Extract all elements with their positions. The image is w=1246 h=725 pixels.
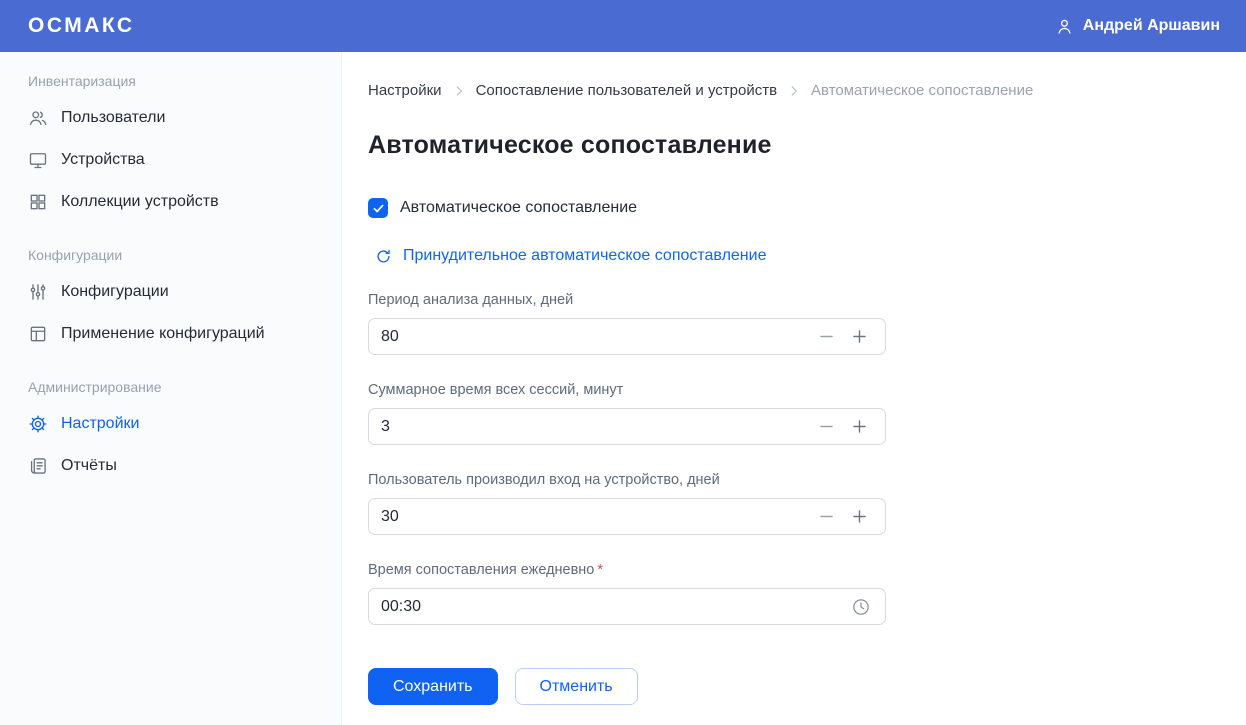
login-days-input-box — [368, 498, 886, 535]
plus-button[interactable] — [848, 415, 871, 438]
field-label-text: Период анализа данных, дней — [368, 292, 573, 308]
chevron-right-icon — [452, 84, 466, 98]
breadcrumb-current: Автоматическое сопоставление — [811, 82, 1033, 99]
session-time-input-box — [368, 408, 886, 445]
login-days-field: Пользователь производил вход на устройст… — [368, 472, 1206, 535]
save-button[interactable]: Сохранить — [368, 668, 498, 705]
sidebar-section-label: Конфигурации — [28, 247, 341, 263]
user-menu[interactable]: Андрей Аршавин — [1055, 17, 1220, 36]
minus-button[interactable] — [815, 505, 838, 528]
analysis-period-label: Период анализа данных, дней — [368, 292, 1206, 308]
sidebar-section-administration: Администрирование Настройки — [0, 379, 341, 487]
plus-button[interactable] — [848, 325, 871, 348]
analysis-period-input[interactable] — [369, 319, 815, 354]
minus-button[interactable] — [815, 415, 838, 438]
sidebar-item-label: Устройства — [61, 151, 145, 169]
sidebar-item-label: Конфигурации — [61, 283, 169, 301]
force-match-link-label: Принудительное автоматическое сопоставле… — [403, 247, 766, 265]
match-time-label: Время сопоставления ежедневно* — [368, 562, 1206, 578]
session-time-field: Суммарное время всех сессий, минут — [368, 382, 1206, 445]
user-icon — [1055, 17, 1074, 36]
force-match-link[interactable]: Принудительное автоматическое сопоставле… — [368, 247, 1206, 265]
sidebar-section-configurations: Конфигурации Конфигурации — [0, 247, 341, 355]
match-time-input[interactable] — [369, 589, 851, 624]
sidebar-item-label: Пользователи — [61, 109, 165, 127]
field-label-text: Пользователь производил вход на устройст… — [368, 472, 720, 488]
sidebar: Инвентаризация Пользователи — [0, 52, 342, 725]
form-actions: Сохранить Отменить — [368, 668, 1206, 705]
analysis-period-field: Период анализа данных, дней — [368, 292, 1206, 355]
sidebar-item-label: Отчёты — [61, 457, 117, 475]
session-time-input[interactable] — [369, 409, 815, 444]
page-title: Автоматическое сопоставление — [368, 131, 1206, 160]
report-icon — [28, 456, 48, 476]
login-days-label: Пользователь производил вход на устройст… — [368, 472, 1206, 488]
required-mark: * — [597, 562, 603, 578]
analysis-period-input-box — [368, 318, 886, 355]
auto-match-checkbox[interactable] — [368, 198, 388, 218]
sidebar-item-configurations[interactable]: Конфигурации — [0, 271, 341, 313]
plus-button[interactable] — [848, 505, 871, 528]
sidebar-item-apply-configurations[interactable]: Применение конфигураций — [0, 313, 341, 355]
users-icon — [28, 108, 48, 128]
sidebar-section-inventory: Инвентаризация Пользователи — [0, 73, 341, 223]
cancel-button[interactable]: Отменить — [515, 668, 638, 705]
sidebar-item-settings[interactable]: Настройки — [0, 403, 341, 445]
login-days-input[interactable] — [369, 499, 815, 534]
breadcrumb-settings[interactable]: Настройки — [368, 82, 442, 99]
field-label-text: Время сопоставления ежедневно — [368, 562, 594, 578]
sidebar-item-label: Применение конфигураций — [61, 325, 265, 343]
layout-icon — [28, 324, 48, 344]
breadcrumb: Настройки Сопоставление пользователей и … — [368, 82, 1206, 99]
sidebar-section-label: Администрирование — [28, 379, 341, 395]
sidebar-item-label: Коллекции устройств — [61, 193, 219, 211]
gear-icon — [28, 414, 48, 434]
grid-icon — [28, 192, 48, 212]
match-time-input-box — [368, 588, 886, 625]
sidebar-item-users[interactable]: Пользователи — [0, 97, 341, 139]
sidebar-section-label: Инвентаризация — [28, 73, 341, 89]
match-time-field: Время сопоставления ежедневно* — [368, 562, 1206, 625]
check-icon — [372, 202, 385, 215]
chevron-right-icon — [787, 84, 801, 98]
refresh-icon — [375, 248, 392, 265]
clock-icon[interactable] — [851, 597, 871, 617]
main-content: Настройки Сопоставление пользователей и … — [342, 52, 1246, 725]
sidebar-item-devices[interactable]: Устройства — [0, 139, 341, 181]
breadcrumb-user-device-matching[interactable]: Сопоставление пользователей и устройств — [476, 82, 777, 99]
minus-button[interactable] — [815, 325, 838, 348]
session-time-label: Суммарное время всех сессий, минут — [368, 382, 1206, 398]
sidebar-item-device-collections[interactable]: Коллекции устройств — [0, 181, 341, 223]
monitor-icon — [28, 150, 48, 170]
app-header: ОСМАКС Андрей Аршавин — [0, 0, 1246, 52]
auto-match-checkbox-label: Автоматическое сопоставление — [400, 199, 637, 217]
app-logo: ОСМАКС — [28, 14, 135, 38]
sidebar-item-label: Настройки — [61, 415, 139, 433]
auto-match-checkbox-row: Автоматическое сопоставление — [368, 198, 1206, 218]
sidebar-item-reports[interactable]: Отчёты — [0, 445, 341, 487]
user-name: Андрей Аршавин — [1083, 17, 1220, 35]
sliders-icon — [28, 282, 48, 302]
field-label-text: Суммарное время всех сессий, минут — [368, 382, 623, 398]
